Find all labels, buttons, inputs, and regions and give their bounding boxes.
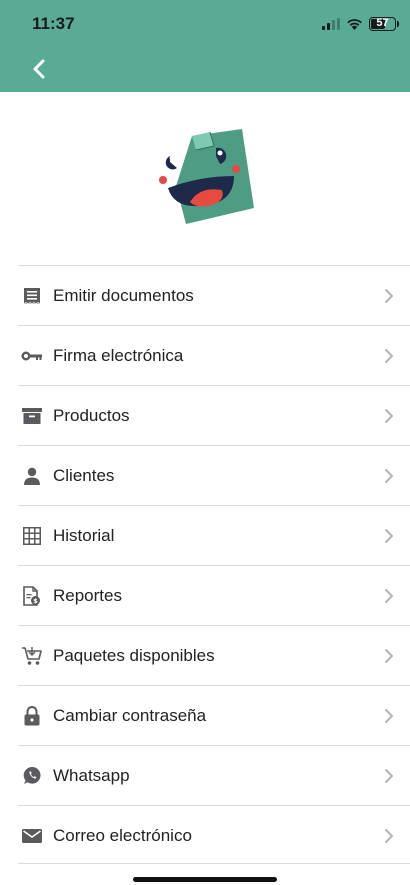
status-icons: 57 (322, 16, 399, 32)
chevron-right-icon (385, 769, 393, 783)
menu-item-label: Cambiar contraseña (53, 705, 207, 725)
menu-item-cambiar-contrasena[interactable]: Cambiar contraseña (18, 685, 410, 745)
grid-table-icon (21, 525, 43, 547)
chevron-left-icon (33, 59, 45, 79)
menu-item-emitir-documentos[interactable]: Emitir documentos (18, 265, 410, 325)
chevron-right-icon (385, 829, 393, 843)
menu-list: Emitir documentos Firma electrónica Prod… (18, 265, 410, 865)
status-time: 11:37 (32, 14, 75, 33)
menu-item-label: Whatsapp (53, 765, 130, 785)
menu-item-paquetes-disponibles[interactable]: Paquetes disponibles (18, 625, 410, 685)
whatsapp-icon (21, 765, 43, 787)
chevron-right-icon (385, 589, 393, 603)
app-logo (159, 129, 254, 224)
menu-item-label: Historial (53, 525, 115, 545)
menu-item-label: Reportes (53, 585, 122, 605)
menu-item-label: Emitir documentos (53, 285, 194, 305)
mail-icon (21, 825, 43, 847)
chevron-right-icon (385, 289, 393, 303)
person-icon (21, 465, 43, 487)
app-header: 11:37 57 (0, 0, 410, 92)
battery-level: 57 (376, 17, 389, 29)
menu-item-label: Correo electrónico (53, 825, 192, 845)
chevron-right-icon (385, 709, 393, 723)
receipt-icon (21, 285, 43, 307)
wifi-icon (347, 19, 362, 30)
cart-icon (21, 645, 43, 667)
menu-item-productos[interactable]: Productos (18, 385, 410, 445)
report-dollar-icon: $ (21, 585, 43, 607)
chevron-right-icon (385, 469, 393, 483)
chevron-right-icon (385, 349, 393, 363)
home-indicator[interactable] (133, 877, 277, 882)
menu-item-reportes[interactable]: $ Reportes (18, 565, 410, 625)
lock-icon (21, 705, 43, 727)
menu-item-clientes[interactable]: Clientes (18, 445, 410, 505)
svg-text:$: $ (33, 597, 38, 605)
menu-item-correo-electronico[interactable]: Correo electrónico (18, 805, 410, 865)
signal-icon (322, 18, 340, 30)
menu-item-whatsapp[interactable]: Whatsapp (18, 745, 410, 805)
menu-item-firma-electronica[interactable]: Firma electrónica (18, 325, 410, 385)
menu-item-label: Firma electrónica (53, 345, 184, 365)
key-icon (21, 345, 43, 367)
battery-icon: 57 (369, 17, 399, 31)
archive-box-icon (21, 405, 43, 427)
chevron-right-icon (385, 409, 393, 423)
menu-item-label: Clientes (53, 465, 115, 485)
menu-item-label: Productos (53, 405, 130, 425)
chevron-right-icon (385, 529, 393, 543)
menu-item-historial[interactable]: Historial (18, 505, 410, 565)
menu-item-label: Paquetes disponibles (53, 645, 215, 665)
back-button[interactable] (26, 56, 52, 82)
chevron-right-icon (385, 649, 393, 663)
